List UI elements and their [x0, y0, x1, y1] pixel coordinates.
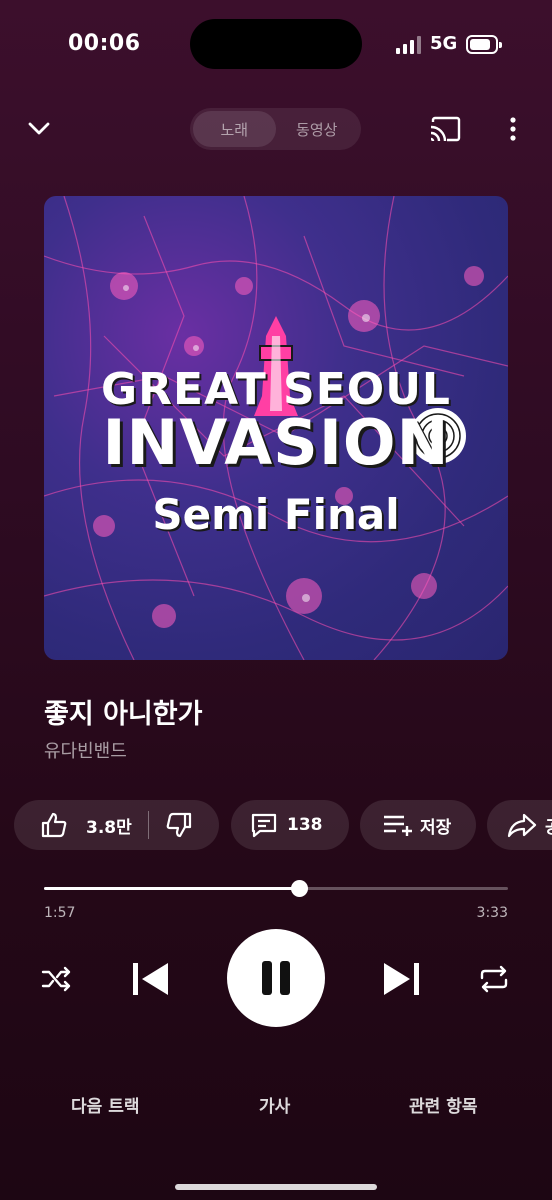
repeat-icon[interactable] — [476, 962, 512, 996]
play-pause-button[interactable] — [227, 929, 325, 1027]
album-title-line2: INVASION — [102, 406, 450, 479]
progress-bar[interactable] — [44, 880, 508, 897]
chip-divider — [147, 811, 149, 839]
song-title: 좋지 아니한가 — [44, 699, 203, 730]
album-subtitle: Semi Final — [152, 490, 400, 539]
share-button[interactable]: 공 — [487, 800, 552, 850]
album-art: GREAT SEOUL INVASION Semi Final — [44, 196, 508, 660]
song-video-toggle: 노래 동영상 — [190, 108, 361, 150]
battery-icon — [466, 35, 502, 54]
tab-lyrics[interactable]: 가사 — [259, 1092, 290, 1117]
signal-icon — [396, 36, 422, 54]
cast-icon[interactable] — [428, 114, 462, 144]
like-button[interactable]: 3.8만 — [40, 811, 132, 839]
status-bar: 00:06 5G — [0, 0, 552, 92]
dislike-button[interactable] — [165, 811, 193, 839]
like-count: 3.8만 — [86, 817, 132, 838]
current-time: 1:57 — [44, 905, 76, 921]
status-time: 00:06 — [68, 31, 141, 56]
pause-icon — [262, 961, 290, 995]
action-chips: 3.8만 138 저장 공 — [14, 800, 552, 850]
comment-count: 138 — [287, 815, 323, 835]
comment-icon — [251, 813, 277, 838]
chevron-down-icon[interactable] — [24, 114, 54, 144]
shuffle-icon[interactable] — [40, 962, 74, 996]
total-time: 3:33 — [476, 905, 508, 921]
share-label: 공 — [545, 813, 552, 838]
tab-up-next[interactable]: 다음 트랙 — [71, 1092, 139, 1117]
dynamic-island — [190, 19, 362, 69]
next-icon[interactable] — [380, 958, 424, 1000]
progress-thumb[interactable] — [290, 880, 308, 897]
battery-level — [470, 39, 490, 50]
previous-icon[interactable] — [128, 958, 172, 1000]
more-vert-icon[interactable] — [502, 114, 524, 144]
artist-name[interactable]: 유다빈밴드 — [44, 737, 127, 763]
share-icon — [507, 813, 537, 838]
comments-button[interactable]: 138 — [231, 800, 349, 850]
tab-video[interactable]: 동영상 — [276, 111, 359, 147]
tab-song[interactable]: 노래 — [193, 111, 276, 147]
network-type: 5G — [430, 33, 458, 54]
tab-related[interactable]: 관련 항목 — [409, 1092, 477, 1117]
save-label: 저장 — [420, 817, 452, 838]
save-button[interactable]: 저장 — [360, 800, 476, 850]
home-indicator[interactable] — [175, 1184, 377, 1190]
thumb-down-icon — [166, 812, 191, 838]
progress-fill — [44, 887, 299, 890]
playlist-add-icon — [384, 815, 412, 836]
thumb-up-icon — [41, 812, 67, 838]
like-dislike-chip: 3.8만 — [14, 800, 219, 850]
